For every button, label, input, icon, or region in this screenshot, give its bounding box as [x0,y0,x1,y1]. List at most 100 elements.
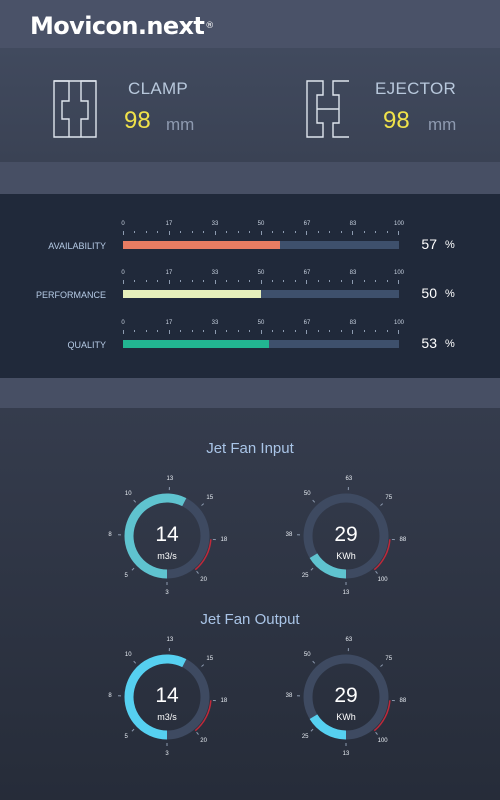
scale-tick-label: 50 [257,320,265,326]
availability-percent-value: 57 [421,236,437,252]
scale-tick-mark [145,280,147,282]
performance-bar-track [123,290,399,298]
scale-tick-mark [283,231,285,233]
scale-tick-mark [180,231,182,233]
scale-tick-mark [237,330,239,332]
gauge-scale-label: 13 [342,590,350,596]
performance-percent-value: 50 [421,285,437,301]
scale-tick-mark [123,231,124,235]
scale-tick-mark [237,280,239,282]
scale-tick-mark [317,231,319,233]
section-divider [0,162,500,194]
scale-tick-mark [145,231,147,233]
clamp-value: 98 [124,107,151,134]
gauge-scale-label: 13 [166,476,174,483]
scale-tick-mark [398,280,399,284]
availability-scale: 0 17 33 50 67 83 100 [121,221,404,243]
scale-tick-mark [317,330,319,332]
availability-label: AVAILABILITY [48,241,106,251]
scale-tick-mark [340,330,342,332]
quality-percent-value: 53 [421,335,437,351]
scale-tick-label: 83 [349,221,357,227]
scale-tick-mark [249,330,251,332]
gauge-scale-label: 15 [206,495,214,502]
performance-label: PERFORMANCE [35,290,106,300]
scale-tick-mark [398,231,399,235]
gauge-tick [201,503,205,506]
gauge-scale-label: 75 [385,656,393,663]
scale-tick-mark [134,280,136,282]
performance-percent-unit: % [445,288,455,300]
scale-tick-mark [249,231,251,233]
gauge-tick [201,664,205,667]
scale-tick-mark [306,231,308,235]
jet-fan-output-gauge-flow-unit: m3/s [157,712,177,722]
gauge-tick [131,728,135,732]
performance-scale: 0 17 33 50 67 83 100 [121,270,404,292]
scale-tick-mark [352,330,354,334]
scale-tick-mark [294,231,296,233]
scale-tick-mark [386,231,388,233]
scale-tick-label: 33 [211,320,219,326]
scale-tick-mark [386,280,388,282]
scale-tick-mark [260,280,262,284]
gauge-tick [380,664,384,667]
section-divider [0,378,500,408]
scale-tick-mark [306,330,308,334]
gauge-tick [310,567,314,571]
scale-tick-mark [203,330,205,332]
scale-tick-mark [237,231,239,233]
scale-tick-label: 67 [303,270,311,276]
scale-tick-mark [214,330,216,334]
scale-tick-label: 83 [349,320,357,326]
gauge-scale-label: 75 [385,495,393,502]
jet-fan-input-gauge-energy-value: 29 [334,523,358,546]
scale-tick-mark [157,280,159,282]
gauge-scale-label: 3 [165,751,169,757]
scale-tick-mark [340,231,342,233]
app-header: Movicon.next® [0,0,500,48]
scale-tick-label: 0 [121,221,125,227]
scale-tick-mark [168,280,170,284]
jet-fan-input-gauge-flow: 3 5 8 10 13 15 18 20 14 m3/s [87,456,247,616]
scale-tick-label: 33 [211,270,219,276]
scale-tick-mark [271,231,273,233]
gauge-scale-label: 15 [206,656,214,663]
scale-tick-mark [294,280,296,282]
scale-tick-mark [283,330,285,332]
gauge-tick [312,499,316,503]
scale-tick-mark [375,330,377,332]
gauge-scale-label: 25 [301,572,309,579]
scale-tick-mark [226,280,228,282]
gauge-tick [133,660,137,664]
scale-tick-mark [386,330,388,332]
scale-tick-label: 83 [349,270,357,276]
gauge-scale-label: 13 [342,751,350,757]
scale-tick-mark [123,280,124,284]
gauge-scale-label: 100 [377,576,388,583]
scale-tick-mark [283,280,285,282]
jet-fan-output-gauge-energy-value: 29 [334,684,358,707]
gauge-tick [196,570,199,574]
gauge-tick [375,731,378,735]
scale-tick-mark [329,231,331,233]
scale-tick-mark [329,280,331,282]
scale-tick-mark [249,280,251,282]
gauge-scale-label: 20 [200,576,207,583]
scale-tick-label: 33 [211,221,219,227]
gauge-tick [375,570,378,574]
scale-tick-mark [134,231,136,233]
scale-tick-mark [134,330,136,332]
quality-bar-track [123,340,399,348]
availability-bar-track [123,241,399,249]
gauge-scale-label: 50 [303,491,311,498]
jet-fan-output-gauge-energy: 13 25 38 50 63 75 88 100 29 KWh [266,617,426,777]
scale-tick-mark [340,280,342,282]
quality-bar-fill [123,340,270,348]
quality-scale: 0 17 33 50 67 83 100 [121,320,404,342]
scale-tick-mark [363,280,365,282]
scale-tick-mark [329,330,331,332]
scale-tick-mark [123,330,124,334]
scale-tick-label: 17 [165,221,173,227]
scale-tick-mark [306,280,308,284]
